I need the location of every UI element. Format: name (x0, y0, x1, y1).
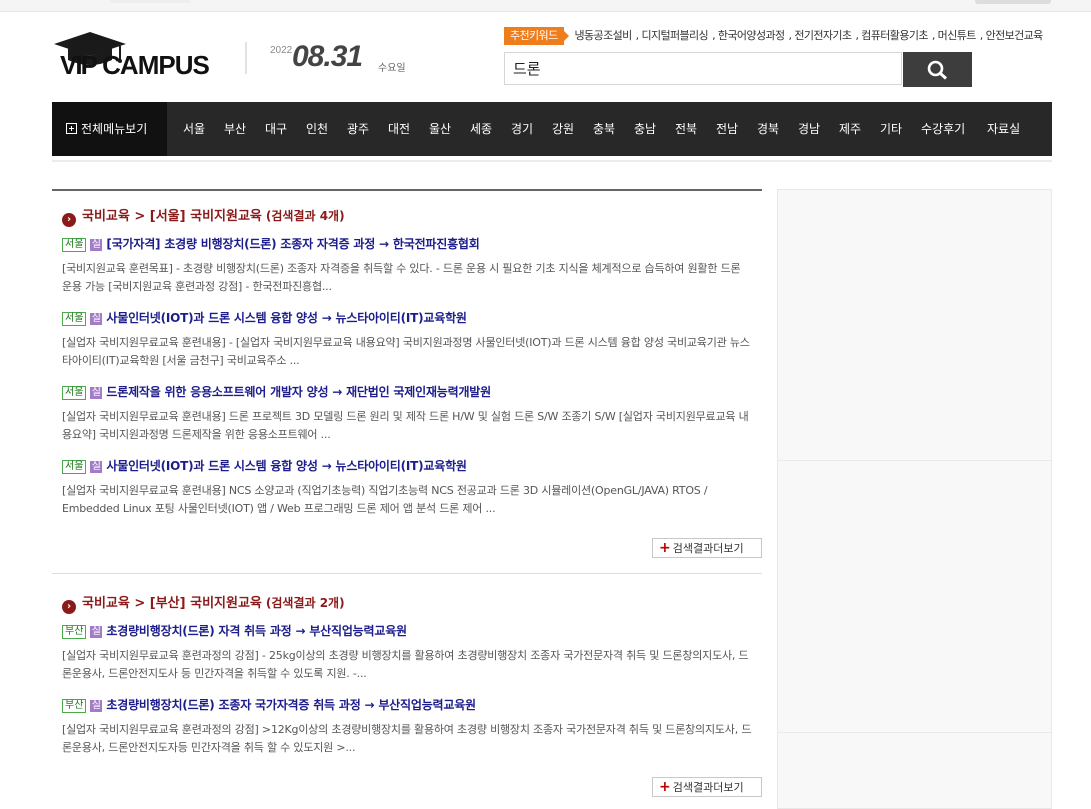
keyword-link[interactable]: 한국어양성과정 (718, 29, 785, 42)
nav-item-seoul[interactable]: 서울 (183, 102, 205, 156)
result-title-link[interactable]: [국가자격] 초경량 비행장치(드론) 조종자 자격증 과정 → 한국전파진흥협… (106, 237, 479, 251)
recommended-keywords: 추천키워드 냉동공조설비, 디지털퍼블리싱, 한국어양성과정, 전기전자기초, … (504, 27, 1064, 45)
section-title-busan[interactable]: › 국비교육 > [부산] 국비지원교육 (검색결과 2개) (62, 592, 345, 614)
keyword-link[interactable]: 머신튜트 (938, 29, 977, 42)
nav-item-gyeonggi[interactable]: 경기 (511, 102, 533, 156)
result-title-link[interactable]: 드론제작을 위한 응용소프트웨어 개발자 양성 → 재단법인 국제인재능력개발원 (106, 385, 491, 399)
type-tag: 실 (90, 461, 103, 473)
type-tag: 실 (90, 700, 103, 712)
result-title-link[interactable]: 사물인터넷(IOT)과 드론 시스템 융합 양성 → 뉴스타아이티(IT)교육학… (106, 459, 467, 473)
result-description: [실업자 국비지원무료교육 훈련내용] NCS 소양교과 (직업기초능력) 직업… (62, 484, 708, 515)
bullet-arrow-icon: › (62, 600, 76, 614)
sidebar-divider (778, 732, 1051, 733)
type-tag: 실 (90, 239, 103, 251)
list-item: 서울 실 드론제작을 위한 응용소프트웨어 개발자 양성 → 재단법인 국제인재능력… (62, 383, 752, 444)
logo-campus-text: CAMPUS (102, 50, 210, 80)
result-title-link[interactable]: 사물인터넷(IOT)과 드론 시스템 융합 양성 → 뉴스타아이티(IT)교육학… (106, 311, 467, 325)
nav-item-etc[interactable]: 기타 (880, 102, 902, 156)
sidebar-divider (778, 460, 1051, 461)
region-tag: 서울 (62, 312, 87, 326)
section-title-text: 국비교육 > [서울] 국비지원교육 (82, 209, 262, 224)
result-description: [국비지원교육 훈련목표] - 초경량 비행장치(드론) 조종자 자격증을 취득… (62, 262, 741, 293)
nav-item-gangwon[interactable]: 강원 (552, 102, 574, 156)
keyword-badge: 추천키워드 (504, 27, 569, 45)
plus-icon: + (659, 779, 671, 795)
all-menu-label: 전체메뉴보기 (81, 122, 148, 136)
site-logo[interactable]: VIP CAMPUS (52, 30, 222, 84)
result-description: [실업자 국비지원무료교육 훈련과정의 강점] >12Kg이상의 초경량비행장치… (62, 723, 752, 754)
type-tag: 실 (90, 387, 103, 399)
nav-item-daejeon[interactable]: 대전 (388, 102, 410, 156)
keyword-link[interactable]: 컴퓨터활용기초 (861, 29, 928, 42)
logo-wordmark: VIP CAMPUS (60, 50, 210, 81)
result-count: (검색결과 4개) (265, 209, 345, 223)
list-item: 서울 실 사물인터넷(IOT)과 드론 시스템 융합 양성 → 뉴스타아이티(IT)… (62, 309, 752, 370)
nav-item-daegu[interactable]: 대구 (265, 102, 287, 156)
keyword-list: 냉동공조설비, 디지털퍼블리싱, 한국어양성과정, 전기전자기초, 컴퓨터활용기… (574, 29, 1044, 42)
top-utility-bar (0, 0, 1091, 12)
nav-item-gyeongnam[interactable]: 경남 (798, 102, 820, 156)
date-year: 2022 (270, 45, 293, 56)
keyword-link[interactable]: 냉동공조설비 (575, 29, 633, 42)
nav-item-jeju[interactable]: 제주 (839, 102, 861, 156)
top-utility-button[interactable] (975, 0, 1051, 4)
region-tag: 서울 (62, 386, 87, 400)
right-sidebar (777, 189, 1052, 809)
result-title-link[interactable]: 초경량비행장치(드론) 조종자 국가자격증 취득 과정 → 부산직업능력교육원 (106, 698, 476, 712)
keyword-link[interactable]: 디지털퍼블리싱 (641, 29, 708, 42)
search-icon (927, 60, 948, 80)
search-button[interactable] (903, 52, 972, 87)
type-tag: 실 (90, 313, 103, 325)
header-divider (245, 42, 247, 74)
region-tag: 서울 (62, 238, 87, 252)
more-results-button[interactable]: + 검색결과더보기 (652, 538, 762, 558)
section-title-seoul[interactable]: › 국비교육 > [서울] 국비지원교육 (검색결과 4개) (62, 205, 345, 227)
nav-item-sejong[interactable]: 세종 (470, 102, 492, 156)
nav-item-reviews[interactable]: 수강후기 (921, 102, 965, 156)
date-weekday: 수요일 (378, 63, 406, 74)
list-item: 부산 실 초경량비행장치(드론) 조종자 국가자격증 취득 과정 → 부산직업능력교… (62, 696, 752, 757)
list-item: 서울 실 [국가자격] 초경량 비행장치(드론) 조종자 자격증 과정 → 한국전파… (62, 235, 752, 296)
nav-item-busan[interactable]: 부산 (224, 102, 246, 156)
nav-item-resources[interactable]: 자료실 (987, 102, 1020, 156)
result-description: [실업자 국비지원무료교육 훈련내용] 드론 프로젝트 3D 모델링 드론 원리… (62, 410, 749, 441)
keyword-link[interactable]: 전기전자기초 (794, 29, 852, 42)
logo-vip-text: VIP (60, 50, 98, 80)
top-link-area (110, 0, 190, 3)
result-description: [실업자 국비지원무료교육 훈련과정의 강점] - 25kg이상의 초경량 비행… (62, 649, 749, 680)
result-title-link[interactable]: 초경량비행장치(드론) 자격 취득 과정 → 부산직업능력교육원 (106, 624, 407, 638)
region-tag: 서울 (62, 460, 87, 474)
nav-item-jeonbuk[interactable]: 전북 (675, 102, 697, 156)
date-month-day: 08.31 (292, 40, 363, 73)
nav-item-ulsan[interactable]: 울산 (429, 102, 451, 156)
all-menu-button[interactable]: 전체메뉴보기 (52, 102, 167, 156)
list-item: 부산 실 초경량비행장치(드론) 자격 취득 과정 → 부산직업능력교육원 [실업자… (62, 622, 752, 683)
bullet-arrow-icon: › (62, 213, 76, 227)
nav-item-incheon[interactable]: 인천 (306, 102, 328, 156)
more-results-button[interactable]: + 검색결과더보기 (652, 777, 762, 797)
nav-item-chungbuk[interactable]: 충북 (593, 102, 615, 156)
more-results-label: 검색결과더보기 (672, 781, 744, 794)
nav-item-gyeongbuk[interactable]: 경북 (757, 102, 779, 156)
region-tag: 부산 (62, 699, 87, 713)
section-divider (52, 573, 762, 574)
nav-item-jeonnam[interactable]: 전남 (716, 102, 738, 156)
section-title-text: 국비교육 > [부산] 국비지원교육 (82, 596, 262, 611)
region-tag: 부산 (62, 625, 87, 639)
nav-item-gwangju[interactable]: 광주 (347, 102, 369, 156)
list-item: 서울 실 사물인터넷(IOT)과 드론 시스템 융합 양성 → 뉴스타아이티(IT)… (62, 457, 752, 518)
keyword-link[interactable]: 안전보건교육 (986, 29, 1044, 42)
nav-underline (52, 160, 1052, 162)
result-count: (검색결과 2개) (265, 596, 345, 610)
plus-icon: + (659, 540, 671, 556)
nav-item-chungnam[interactable]: 충남 (634, 102, 656, 156)
main-nav: 전체메뉴보기 서울 부산 대구 인천 광주 대전 울산 세종 경기 강원 충북 … (52, 102, 1052, 156)
section-divider (52, 189, 762, 191)
search-input[interactable] (504, 52, 902, 85)
plus-box-icon (66, 123, 77, 134)
result-description: [실업자 국비지원무료교육 훈련내용] - [실업자 국비지원무료교육 내용요약… (62, 336, 750, 367)
more-results-label: 검색결과더보기 (672, 542, 744, 555)
type-tag: 실 (90, 626, 103, 638)
